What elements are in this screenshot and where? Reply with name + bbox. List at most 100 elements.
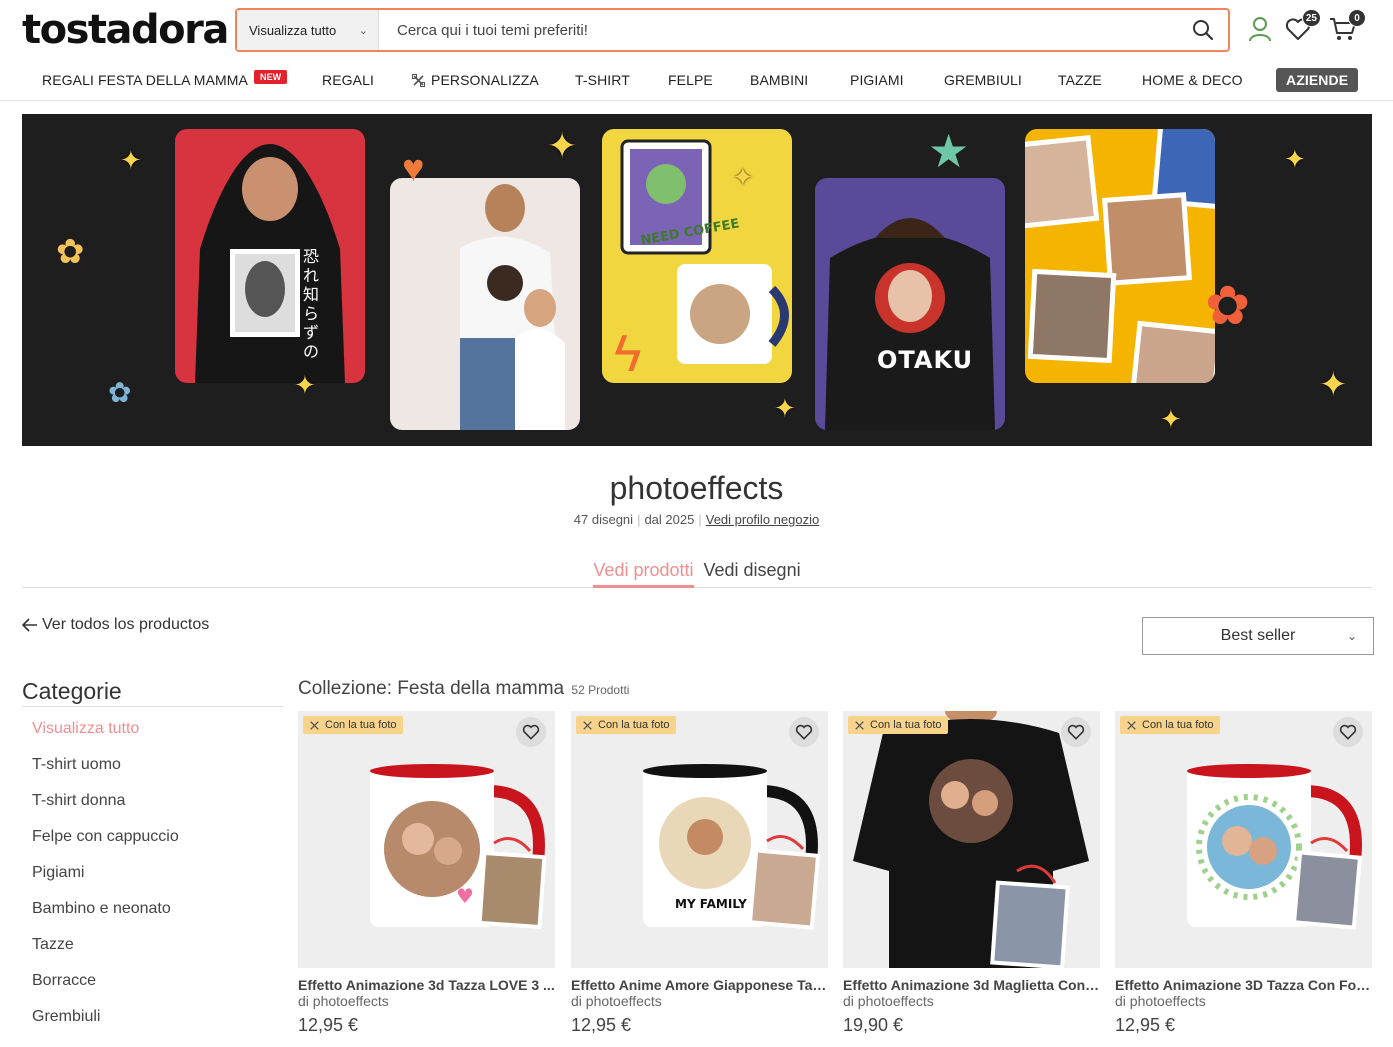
favorite-button[interactable]	[1333, 717, 1363, 747]
collection-count: 52 Prodotti	[571, 683, 630, 697]
cart-button[interactable]: 0	[1328, 9, 1366, 44]
nav-item-label: FELPE	[668, 72, 713, 88]
back-link-label: Ver todos los productos	[42, 616, 210, 633]
favorite-button[interactable]	[789, 717, 819, 747]
heart-icon	[1067, 724, 1085, 740]
product-image[interactable]: MY FAMILY Con la tua foto	[571, 711, 828, 968]
category-item-tshirt-donna[interactable]: T-shirt donna	[32, 790, 179, 826]
tab-designs[interactable]: Vedi disegni	[704, 556, 801, 588]
product-card[interactable]: MY FAMILY Con la tua foto Effetto Anime …	[571, 711, 828, 1036]
nav-item-grembiuli[interactable]: GREMBIULI	[944, 68, 1022, 92]
product-title[interactable]: Effetto Animazione 3d Tazza LOVE 3 ...	[298, 977, 555, 993]
personalize-icon	[583, 720, 592, 730]
flower-icon: ✿	[56, 233, 85, 271]
sparkle-icon: ✦	[1284, 144, 1306, 174]
nav-item-home-deco[interactable]: HOME & DECO	[1142, 68, 1243, 92]
product-price: 12,95 €	[571, 1015, 632, 1035]
nav-item-regali[interactable]: REGALI	[322, 68, 374, 92]
store-name: photoeffects	[609, 470, 784, 506]
new-badge: NEW	[253, 70, 288, 84]
nav-item-personalizza[interactable]: PERSONALIZZA	[412, 68, 539, 92]
product-author: di photoeffects	[843, 993, 934, 1009]
product-image[interactable]: Con la tua foto	[1115, 711, 1372, 968]
sparkle-icon: ✦	[732, 162, 754, 192]
favorite-button[interactable]	[516, 717, 546, 747]
category-item-all[interactable]: Visualizza tutto	[32, 718, 179, 754]
family-photo-illustration	[460, 184, 565, 430]
sparkle-icon: ✦	[294, 370, 316, 400]
nav-item-label: REGALI	[322, 72, 374, 88]
nav-item-aziende[interactable]: AZIENDE	[1276, 68, 1359, 92]
category-item-grembiuli[interactable]: Grembiuli	[32, 1006, 179, 1042]
back-to-all-products-link[interactable]: Ver todos los productos	[22, 616, 209, 634]
nav-item-tshirt[interactable]: T-SHIRT	[575, 68, 630, 92]
tab-products[interactable]: Vedi prodotti	[593, 556, 694, 588]
product-image[interactable]: ♥ Con la tua foto	[298, 711, 555, 968]
product-title[interactable]: Effetto Animazione 3D Tazza Con Fot...	[1115, 977, 1372, 993]
sparkle-icon: ✦	[120, 145, 142, 175]
product-image[interactable]: Con la tua foto	[843, 711, 1100, 968]
category-item-pigiami[interactable]: Pigiami	[32, 862, 179, 898]
store-designs-count: 47 disegni	[573, 512, 634, 527]
banner-card-hoodie: 恐れ知らずの	[175, 129, 365, 383]
wishlist-count-badge: 25	[1301, 9, 1321, 27]
nav-item-regali-festa-mamma[interactable]: REGALI FESTA DELLA MAMMA NEW	[42, 68, 288, 92]
heart-icon	[795, 724, 813, 740]
personalize-icon	[310, 720, 319, 730]
mug-illustration	[643, 764, 821, 930]
category-item-tazze[interactable]: Tazze	[32, 934, 179, 970]
nav-item-label: HOME & DECO	[1142, 72, 1243, 88]
product-author: di photoeffects	[298, 993, 389, 1009]
search-category-select[interactable]: Visualizza tutto ⌄	[237, 10, 379, 50]
nav-item-label: BAMBINI	[750, 72, 809, 88]
sort-select[interactable]: Best seller ⌄	[1142, 617, 1374, 655]
lightning-icon: ϟ	[614, 325, 642, 383]
sparkle-icon: ✦	[774, 393, 796, 423]
hero-banner[interactable]: 恐れ知らずの NEED COFFEE OTAKU ✦ ✦ ✦ ✦ ✦ ✦ ✦ ✦…	[22, 114, 1372, 446]
product-card[interactable]: Con la tua foto Effetto Animazione 3d Ma…	[843, 711, 1100, 1036]
search-icon	[1193, 20, 1214, 41]
category-item-borracce[interactable]: Borracce	[32, 970, 179, 1006]
store-meta: 47 disegni | dal 2025 | Vedi profilo negozio	[573, 512, 820, 527]
heart-decoration-icon: ♥	[402, 148, 425, 190]
product-title[interactable]: Effetto Anime Amore Giapponese Taz...	[571, 977, 828, 993]
nav-item-tazze[interactable]: TAZZE	[1058, 68, 1102, 92]
category-item-bambino[interactable]: Bambino e neonato	[32, 898, 179, 934]
category-list: Visualizza tutto T-shirt uomo T-shirt do…	[32, 718, 179, 1042]
personalize-icon	[855, 720, 864, 730]
nav-item-pigiami[interactable]: PIGIAMI	[850, 68, 904, 92]
product-price: 12,95 €	[1115, 1015, 1176, 1035]
photo-tag: Con la tua foto	[576, 716, 676, 734]
sort-selected-label: Best seller	[1220, 627, 1296, 644]
store-since: dal 2025	[644, 512, 695, 527]
product-card[interactable]: Con la tua foto Effetto Animazione 3D Ta…	[1115, 711, 1372, 1036]
photo-tag-label: Con la tua foto	[870, 719, 942, 731]
account-button[interactable]	[1245, 14, 1275, 44]
nav-item-label: PERSONALIZZA	[431, 72, 539, 88]
nav-item-bambini[interactable]: BAMBINI	[750, 68, 808, 92]
product-author: di photoeffects	[1115, 993, 1206, 1009]
category-item-felpe[interactable]: Felpe con cappuccio	[32, 826, 179, 862]
wishlist-button[interactable]: 25	[1283, 9, 1321, 44]
personalize-icon	[1127, 720, 1136, 730]
favorite-button[interactable]	[1061, 717, 1091, 747]
mug-illustration	[1187, 764, 1363, 930]
product-title[interactable]: Effetto Animazione 3d Maglietta Con ...	[843, 977, 1100, 993]
nav-item-label: TAZZE	[1058, 72, 1102, 88]
search-button[interactable]	[1178, 10, 1228, 50]
store-profile-link[interactable]: Vedi profilo negozio	[706, 512, 819, 527]
divider	[22, 706, 283, 707]
otaku-tshirt-illustration	[825, 218, 995, 430]
collection-title: Collezione: Festa della mamma	[298, 678, 565, 699]
hoodie-illustration	[195, 144, 345, 383]
collection-heading: Collezione: Festa della mamma 52 Prodott…	[298, 678, 629, 700]
banner-card-family-tshirt	[390, 178, 580, 430]
category-item-tshirt-uomo[interactable]: T-shirt uomo	[32, 754, 179, 790]
banner-card-photos	[1025, 129, 1215, 383]
flower-icon: ✿	[108, 377, 132, 408]
product-card[interactable]: ♥ Con la tua foto Effetto Animazione 3d …	[298, 711, 555, 1036]
logo[interactable]: tostadora	[22, 8, 229, 52]
search-input[interactable]	[379, 10, 1178, 50]
nav-item-felpe[interactable]: FELPE	[668, 68, 713, 92]
hoodie-print-text: 恐れ知らずの	[303, 247, 320, 361]
